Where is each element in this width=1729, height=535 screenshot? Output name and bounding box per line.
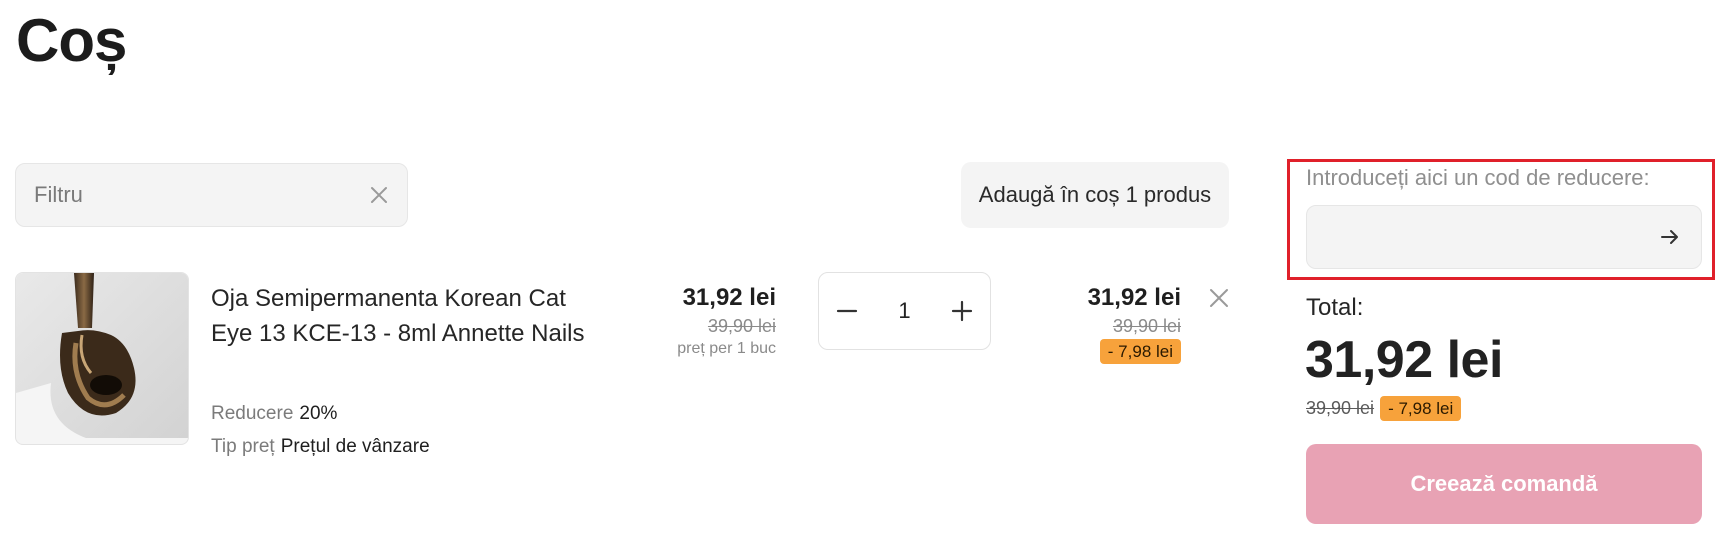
unit-price-note: preț per 1 buc <box>677 340 776 357</box>
unit-price-block: 31,92 lei 39,90 lei preț per 1 buc <box>677 283 776 359</box>
coupon-field <box>1306 205 1702 269</box>
filter-input[interactable] <box>16 164 351 226</box>
quantity-stepper: 1 <box>818 272 991 350</box>
discount-value: 20% <box>299 403 338 424</box>
unit-old-price: 39,90 lei <box>707 316 776 336</box>
total-label: Total: <box>1306 294 1364 321</box>
line-old-total: 39,90 lei <box>1112 316 1181 336</box>
total-old-price: 39,90 lei <box>1306 398 1375 418</box>
discount-row: Reducere 20% <box>211 403 337 425</box>
coupon-label: Introduceți aici un cod de reducere: <box>1306 165 1650 190</box>
line-discount-badge: - 7,98 lei <box>1099 339 1181 364</box>
add-to-cart-button[interactable]: Adaugă în coș 1 produs <box>961 162 1229 228</box>
line-total-block: 31,92 lei 39,90 lei - 7,98 lei <box>1088 283 1181 364</box>
filter-field <box>15 163 408 227</box>
arrow-right-icon[interactable] <box>1639 206 1701 268</box>
product-name[interactable]: Oja Semipermanenta Korean Cat Eye 13 KCE… <box>211 281 601 351</box>
product-image[interactable] <box>15 272 189 445</box>
total-value: 31,92 lei <box>1305 331 1503 389</box>
line-total: 31,92 lei <box>1087 284 1181 311</box>
discount-label: Reducere <box>211 403 294 424</box>
plus-icon[interactable] <box>948 297 976 325</box>
price-type-value: Prețul de vânzare <box>280 436 430 457</box>
create-order-button[interactable]: Creează comandă <box>1306 444 1702 524</box>
coupon-input[interactable] <box>1307 206 1639 268</box>
price-type-label: Tip preț <box>211 436 275 457</box>
unit-price: 31,92 lei <box>682 284 776 311</box>
quantity-value[interactable]: 1 <box>898 298 910 324</box>
total-discount-row: 39,90 lei - 7,98 lei <box>1306 395 1462 421</box>
minus-icon[interactable] <box>833 297 861 325</box>
close-icon[interactable] <box>1205 284 1233 312</box>
price-type-row: Tip preț Prețul de vânzare <box>211 436 430 458</box>
page-title: Coș <box>16 7 127 74</box>
total-discount-badge: - 7,98 lei <box>1380 395 1462 421</box>
clear-icon[interactable] <box>351 164 407 226</box>
